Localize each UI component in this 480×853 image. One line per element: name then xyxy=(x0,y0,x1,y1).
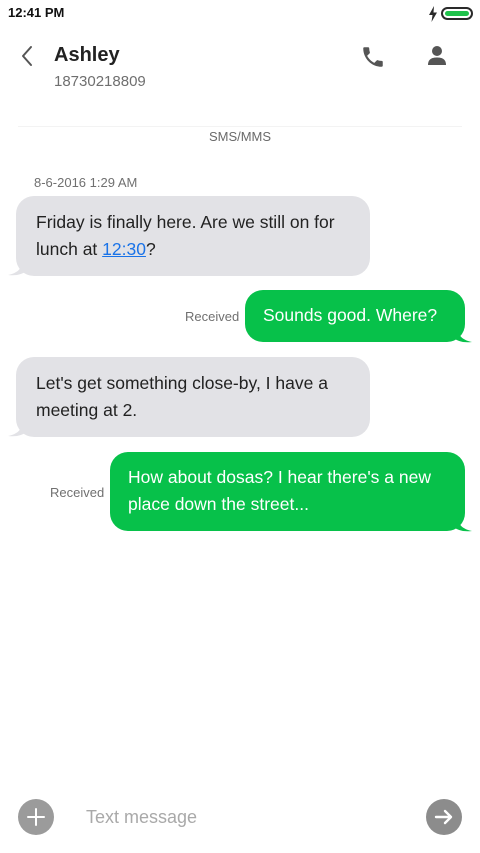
contact-number: 18730218809 xyxy=(54,73,146,90)
phone-icon xyxy=(363,47,383,67)
message-input[interactable] xyxy=(86,801,406,833)
conversation-header: Ashley 18730218809 xyxy=(0,28,480,108)
status-time: 12:41 PM xyxy=(8,5,65,20)
message-text: How about dosas? I hear there's a new pl… xyxy=(128,467,431,514)
status-bar: 12:41 PM xyxy=(0,0,480,28)
contact-icon xyxy=(428,46,446,65)
send-button[interactable] xyxy=(426,799,462,835)
contact-details-button[interactable] xyxy=(424,43,450,69)
delivery-status: Received xyxy=(50,485,105,500)
message-text: Let's get something close-by, I have a m… xyxy=(36,373,328,420)
call-button[interactable] xyxy=(360,44,386,70)
incoming-message-bubble[interactable]: Friday is finally here. Are we still on … xyxy=(16,196,370,276)
back-arrow-icon xyxy=(22,46,32,66)
delivery-status: Received xyxy=(185,309,240,324)
charging-bolt-icon xyxy=(428,6,438,22)
outgoing-message-bubble[interactable]: How about dosas? I hear there's a new pl… xyxy=(110,452,465,531)
time-link[interactable]: 12:30 xyxy=(102,239,146,259)
channel-separator: SMS/MMS xyxy=(18,126,462,147)
outgoing-message-bubble[interactable]: Sounds good. Where? xyxy=(245,290,465,342)
back-button[interactable] xyxy=(14,42,42,70)
bubble-tail xyxy=(454,329,472,343)
message-timestamp: 8-6-2016 1:29 AM xyxy=(34,175,138,190)
message-text: Sounds good. Where? xyxy=(263,305,438,325)
message-composer xyxy=(0,787,480,847)
attach-button[interactable] xyxy=(18,799,54,835)
bubble-tail xyxy=(8,262,26,276)
battery-icon xyxy=(441,7,473,20)
contact-name[interactable]: Ashley xyxy=(54,44,120,67)
message-text-end: ? xyxy=(145,239,156,259)
incoming-message-bubble[interactable]: Let's get something close-by, I have a m… xyxy=(16,357,370,437)
send-arrow-icon xyxy=(434,809,453,825)
message-text: Friday is finally here. Are we still on … xyxy=(36,212,335,259)
bubble-tail xyxy=(454,518,472,532)
plus-icon xyxy=(27,808,45,826)
battery-level xyxy=(445,11,469,16)
bubble-tail xyxy=(8,423,26,437)
channel-label: SMS/MMS xyxy=(208,129,272,144)
